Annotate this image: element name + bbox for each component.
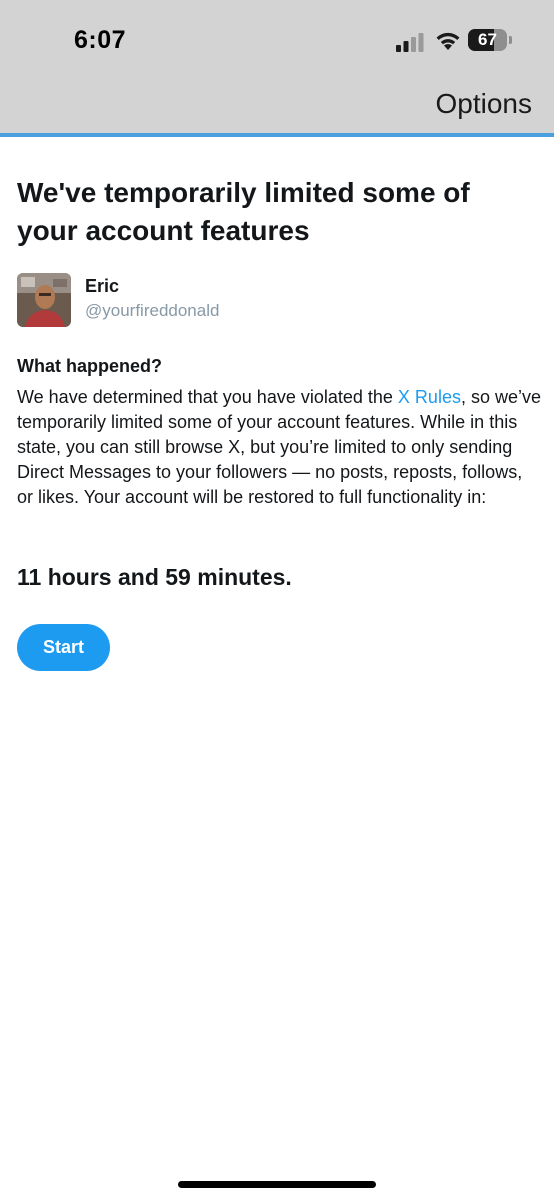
cellular-signal-icon xyxy=(396,33,424,52)
explanation-text-start: We have determined that you have violate… xyxy=(17,387,398,407)
explanation-text: We have determined that you have violate… xyxy=(17,385,541,510)
status-time: 6:07 xyxy=(74,26,127,54)
restriction-countdown: 11 hours and 59 minutes. xyxy=(17,564,292,590)
x-rules-link[interactable]: X Rules xyxy=(398,387,461,407)
battery-icon: 67 xyxy=(468,29,512,51)
top-header: 6:07 67 Options xyxy=(0,0,554,137)
start-button[interactable]: Start xyxy=(17,624,110,671)
home-indicator[interactable] xyxy=(178,1181,376,1188)
options-button[interactable]: Options xyxy=(436,88,533,120)
page-title: We've temporarily limited some of your a… xyxy=(17,177,470,246)
battery-nub xyxy=(509,36,512,44)
battery-body: 67 xyxy=(468,29,507,51)
avatar-image xyxy=(17,273,71,327)
avatar xyxy=(17,273,71,327)
user-handle: @yourfireddonald xyxy=(85,301,220,320)
section-heading: What happened? xyxy=(17,356,162,376)
user-name: Eric xyxy=(85,276,120,296)
wifi-icon xyxy=(436,32,460,50)
battery-level: 67 xyxy=(478,30,497,49)
